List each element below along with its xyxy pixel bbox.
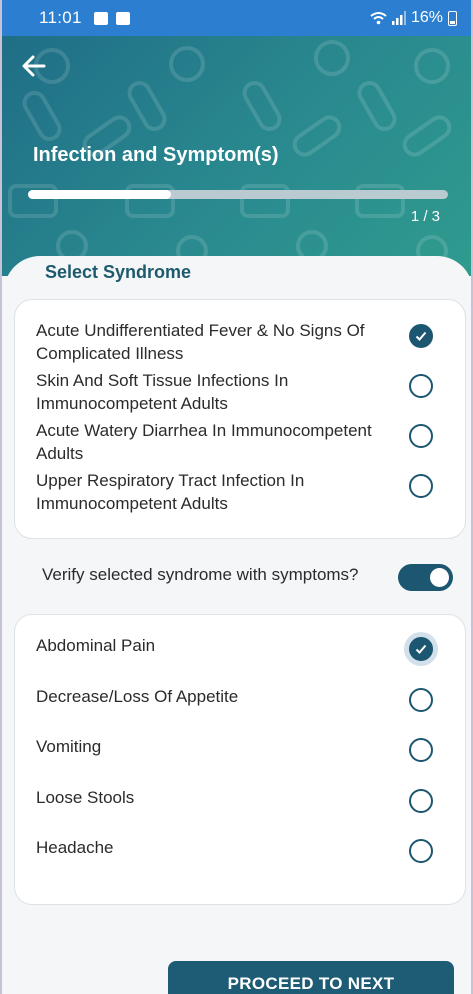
verify-symptoms-toggle[interactable]	[398, 564, 453, 591]
syndrome-radio-checked[interactable]	[409, 324, 433, 348]
progress-bar	[28, 190, 448, 199]
gallery-notification-icon	[93, 11, 108, 25]
verify-symptoms-row: Verify selected syndrome with symptoms?	[42, 565, 452, 585]
symptom-checkbox[interactable]	[409, 839, 433, 863]
syndrome-radio[interactable]	[409, 474, 433, 498]
progress-bar-fill	[28, 190, 171, 199]
symptom-option-label: Abdominal Pain	[36, 636, 156, 655]
syndrome-option-label: Upper Respiratory Tract Infection In Imm…	[36, 471, 305, 513]
syndrome-radio[interactable]	[409, 424, 433, 448]
symptom-option[interactable]: Decrease/Loss Of Appetite	[36, 685, 446, 708]
select-syndrome-heading: Select Syndrome	[45, 262, 192, 282]
symptom-option[interactable]: Abdominal Pain	[36, 634, 446, 657]
signal-icon	[391, 11, 406, 25]
back-arrow-icon[interactable]	[20, 52, 48, 80]
symptom-option-label: Decrease/Loss Of Appetite	[36, 687, 239, 706]
page-title: Infection and Symptom(s)	[33, 144, 279, 166]
symptom-checkbox[interactable]	[409, 738, 433, 762]
battery-percent: 16%	[410, 9, 443, 26]
syndrome-option-label: Acute Watery Diarrhea In Immunocompetent…	[36, 421, 372, 463]
proceed-to-next-button[interactable]: PROCEED TO NEXT	[168, 961, 454, 994]
syndrome-option[interactable]: Upper Respiratory Tract Infection In Imm…	[36, 469, 446, 515]
syndrome-option[interactable]: Skin And Soft Tissue Infections In Immun…	[36, 369, 446, 415]
wifi-icon	[370, 12, 387, 25]
syndrome-option-label: Acute Undifferentiated Fever & No Signs …	[36, 321, 365, 363]
symptom-option-label: Loose Stools	[36, 788, 135, 807]
verify-symptoms-label: Verify selected syndrome with symptoms?	[42, 565, 359, 584]
progress-step-text: 1 / 3	[410, 208, 440, 225]
symptom-checkbox[interactable]	[409, 789, 433, 813]
status-bar: 11:01 16%	[2, 0, 471, 36]
symptom-option-label: Vomiting	[36, 737, 102, 756]
symptom-option[interactable]: Loose Stools	[36, 786, 446, 809]
symptom-option-label: Headache	[36, 838, 114, 857]
symptom-option[interactable]: Headache	[36, 836, 446, 859]
battery-icon	[448, 10, 457, 26]
syndrome-option[interactable]: Acute Undifferentiated Fever & No Signs …	[36, 319, 446, 365]
app-screen: 11:01 16% Infection and Symptom(s) 1 / 3…	[0, 0, 473, 994]
checkmark-icon	[415, 331, 427, 341]
checkmark-icon	[415, 644, 427, 654]
symptom-list-card	[14, 614, 466, 905]
status-time: 11:01	[39, 8, 82, 27]
syndrome-radio[interactable]	[409, 374, 433, 398]
symptom-checkbox[interactable]	[409, 688, 433, 712]
syndrome-option-label: Skin And Soft Tissue Infections In Immun…	[36, 371, 289, 413]
symptom-checkbox-checked[interactable]	[409, 637, 433, 661]
syndrome-option[interactable]: Acute Watery Diarrhea In Immunocompetent…	[36, 419, 446, 465]
toggle-knob	[430, 568, 449, 587]
download-notification-icon	[115, 11, 130, 25]
symptom-option[interactable]: Vomiting	[36, 735, 446, 758]
